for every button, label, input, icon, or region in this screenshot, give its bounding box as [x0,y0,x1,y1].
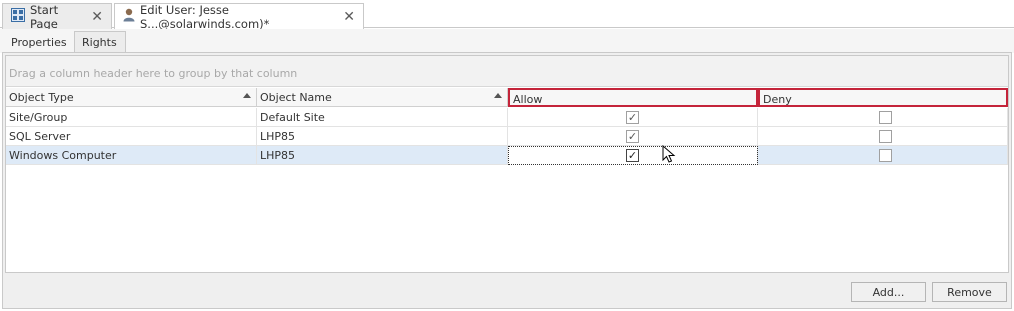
column-header-allow[interactable]: Allow [508,88,758,107]
tab-edit-user[interactable]: Edit User: Jesse S...@solarwinds.com)* ✕ [114,2,364,31]
allow-checkbox[interactable]: ✓ [626,130,639,143]
table-row[interactable]: SQL Server LHP85 ✓ [6,127,1008,146]
close-icon[interactable]: ✕ [91,10,103,24]
sort-ascending-icon [494,93,502,98]
user-icon [123,8,135,25]
column-header-deny[interactable]: Deny [758,88,1008,107]
allow-checkbox[interactable]: ✓ [626,111,639,124]
table-row-selected[interactable]: Windows Computer LHP85 ✓ [6,146,1008,165]
sort-ascending-icon [243,93,251,98]
object-name-cell[interactable]: Default Site [257,108,508,127]
deny-cell[interactable] [758,127,1008,146]
tab-rights[interactable]: Rights [74,31,126,53]
add-button[interactable]: Add... [851,282,926,302]
rights-panel: Drag a column header here to group by th… [2,52,1012,309]
rights-grid: Drag a column header here to group by th… [5,55,1009,273]
document-tab-strip: Start Page ✕ Edit User: Jesse S...@solar… [0,0,1014,31]
column-header-label: Object Type [9,91,74,104]
sub-tab-strip: Properties Rights [0,29,1014,53]
tab-start-page-label: Start Page [30,2,59,31]
object-name-cell[interactable]: LHP85 [257,146,508,165]
object-type-cell[interactable]: Site/Group [6,108,257,127]
remove-button[interactable]: Remove [932,282,1007,302]
mouse-cursor-icon [662,145,676,163]
deny-checkbox[interactable] [879,111,892,124]
grid-icon [11,8,25,25]
column-header-label: Allow [513,93,543,106]
tab-start-page[interactable]: Start Page ✕ [2,2,112,31]
deny-cell[interactable] [758,108,1008,127]
column-header-label: Deny [763,93,792,106]
deny-checkbox[interactable] [879,130,892,143]
column-header-object-type[interactable]: Object Type [6,88,257,107]
deny-checkbox[interactable] [879,149,892,162]
close-icon[interactable]: ✕ [343,10,355,24]
allow-checkbox[interactable]: ✓ [626,149,639,162]
column-header-label: Object Name [260,91,332,104]
tab-edit-user-label: Edit User: Jesse S...@solarwinds.com)* [140,2,270,31]
object-name-cell[interactable]: LHP85 [257,127,508,146]
allow-cell[interactable]: ✓ [508,127,758,146]
allow-cell[interactable]: ✓ [508,108,758,127]
column-header-object-name[interactable]: Object Name [257,88,508,107]
table-row[interactable]: Site/Group Default Site ✓ [6,108,1008,127]
tab-properties[interactable]: Properties [4,31,72,53]
allow-cell[interactable]: ✓ [508,146,758,165]
object-type-cell[interactable]: Windows Computer [6,146,257,165]
grid-header: Object Type Object Name Allow Deny [6,88,1008,107]
object-type-cell[interactable]: SQL Server [6,127,257,146]
deny-cell[interactable] [758,146,1008,165]
group-by-panel[interactable]: Drag a column header here to group by th… [6,56,1008,87]
